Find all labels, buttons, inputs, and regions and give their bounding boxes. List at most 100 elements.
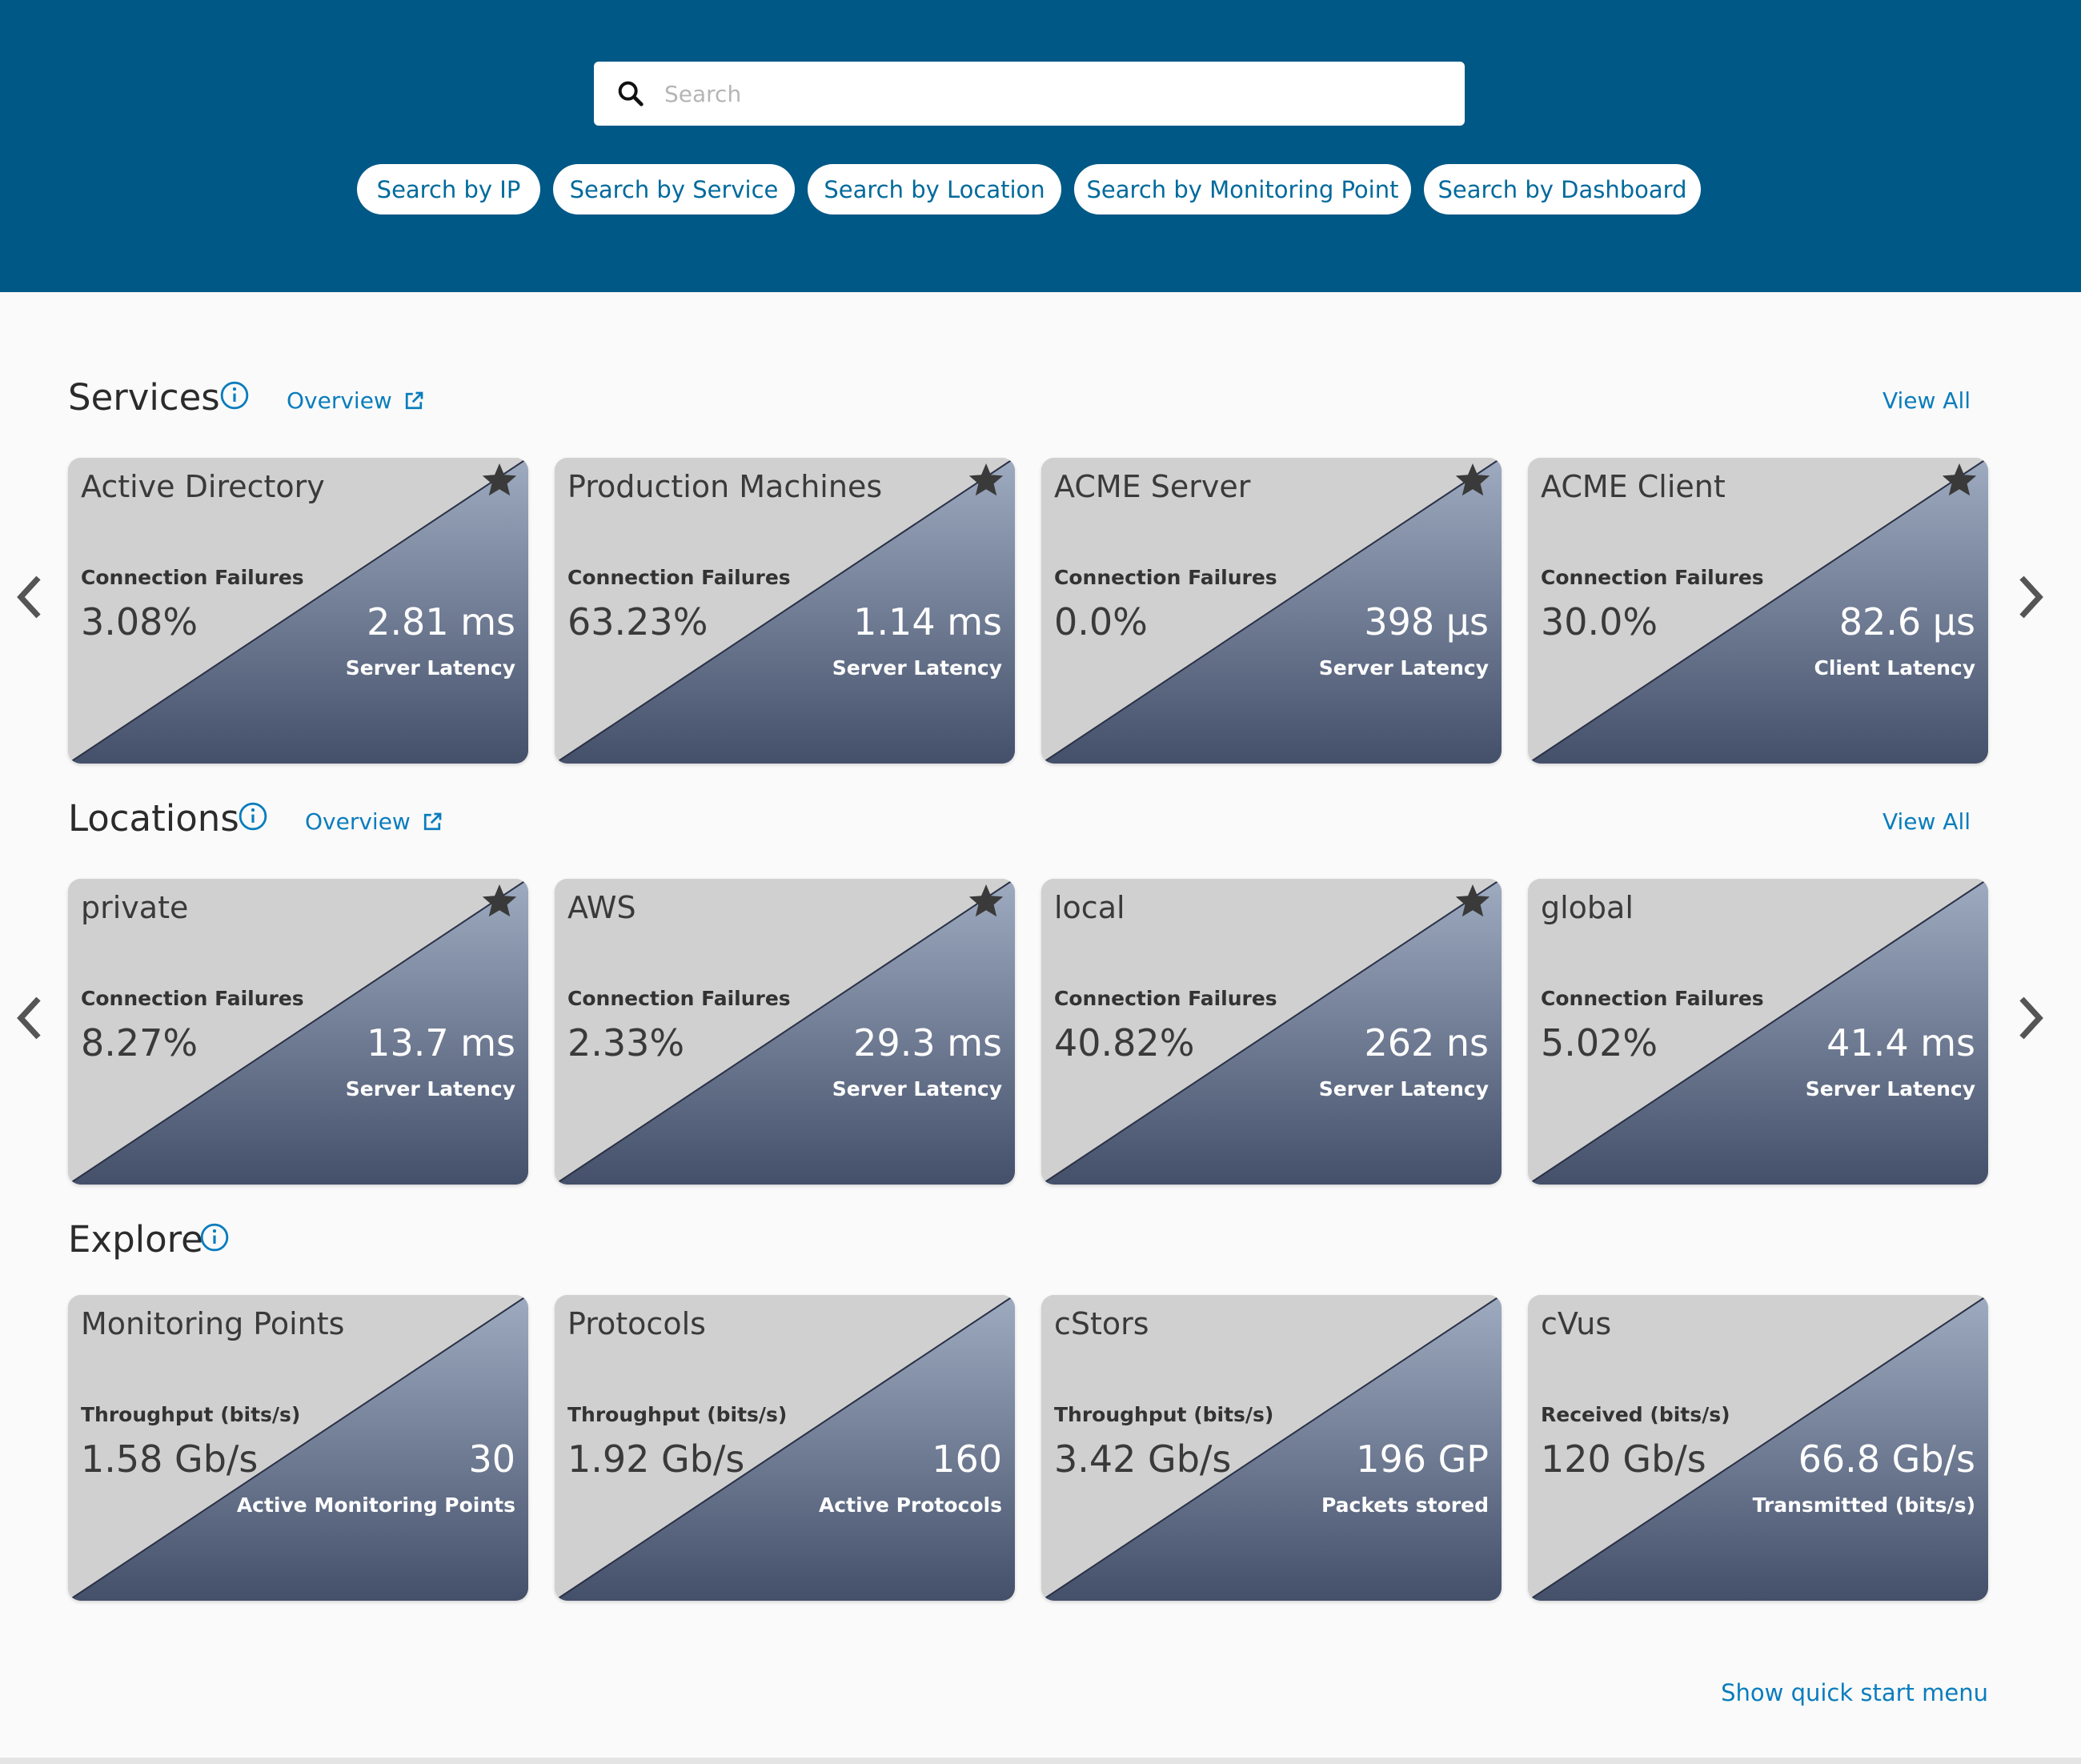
services-prev-arrow-icon[interactable] (14, 573, 46, 621)
card-right-label: Server Latency (345, 1077, 515, 1100)
card-right-value: 262 ns (1364, 1021, 1489, 1064)
search-by-service-button[interactable]: Search by Service (553, 164, 795, 214)
card-title: Production Machines (567, 469, 883, 504)
card-left-value: 5.02% (1541, 1021, 1658, 1064)
card-left-label: Throughput (bits/s) (81, 1403, 301, 1426)
card-left-value: 120 Gb/s (1541, 1437, 1706, 1481)
bottom-divider (0, 1758, 2081, 1764)
explore-card[interactable]: cVus Received (bits/s) 120 Gb/s 66.8 Gb/s Tr… (1528, 1295, 1988, 1601)
card-left-label: Throughput (bits/s) (1054, 1403, 1274, 1426)
search-by-ip-button[interactable]: Search by IP (357, 164, 540, 214)
card-right-value: 1.14 ms (853, 600, 1002, 643)
card-left-label: Connection Failures (1054, 987, 1277, 1010)
services-overview-link[interactable]: Overview (287, 387, 426, 414)
card-right-label: Server Latency (832, 656, 1002, 680)
external-link-icon (405, 391, 423, 409)
external-link-icon (423, 812, 442, 830)
card-left-label: Connection Failures (567, 987, 791, 1010)
card-left-label: Connection Failures (81, 566, 304, 589)
card-left-value: 0.0% (1054, 600, 1148, 643)
service-card[interactable]: ACME Server Connection Failures 0.0% 398 µs… (1041, 458, 1502, 764)
search-by-dashboard-button[interactable]: Search by Dashboard (1424, 164, 1701, 214)
search-input[interactable] (664, 70, 1433, 118)
card-left-label: Connection Failures (567, 566, 791, 589)
location-card[interactable]: private Connection Failures 8.27% 13.7 ms Se… (68, 879, 528, 1185)
service-card[interactable]: Production Machines Connection Failures 63… (555, 458, 1015, 764)
favorite-star-icon[interactable] (1453, 882, 1492, 920)
card-title: cVus (1541, 1306, 1612, 1341)
card-title: local (1054, 890, 1125, 925)
card-right-value: 82.6 µs (1838, 600, 1975, 643)
card-left-label: Throughput (bits/s) (567, 1403, 788, 1426)
card-left-value: 3.08% (81, 600, 198, 643)
search-by-location-button[interactable]: Search by Location (808, 164, 1061, 214)
header-banner: Search by IP Search by Service Search by… (0, 0, 2081, 292)
info-icon[interactable] (219, 380, 250, 411)
card-left-value: 30.0% (1541, 600, 1658, 643)
card-right-value: 398 µs (1364, 600, 1489, 643)
service-card[interactable]: Active Directory Connection Failures 3.08%… (68, 458, 528, 764)
card-right-value: 2.81 ms (367, 600, 515, 643)
card-left-label: Received (bits/s) (1541, 1403, 1730, 1426)
explore-card[interactable]: cStors Throughput (bits/s) 3.42 Gb/s 196 GP… (1041, 1295, 1502, 1601)
card-right-label: Transmitted (bits/s) (1752, 1493, 1975, 1517)
locations-prev-arrow-icon[interactable] (14, 994, 46, 1042)
overview-label: Overview (305, 808, 411, 835)
card-left-value: 3.42 Gb/s (1054, 1437, 1232, 1481)
favorite-star-icon[interactable] (480, 461, 519, 499)
card-right-value: 13.7 ms (367, 1021, 515, 1064)
card-right-value: 160 (932, 1437, 1002, 1481)
card-title: private (81, 890, 189, 925)
locations-view-all-link[interactable]: View All (1883, 808, 1971, 835)
favorite-star-icon[interactable] (967, 461, 1005, 499)
card-title: ACME Server (1054, 469, 1251, 504)
search-by-monitoring-point-button[interactable]: Search by Monitoring Point (1074, 164, 1411, 214)
explore-title: Explore (68, 1218, 203, 1261)
card-right-value: 29.3 ms (853, 1021, 1002, 1064)
info-icon[interactable] (199, 1222, 230, 1253)
card-title: Active Directory (81, 469, 325, 504)
card-right-value: 66.8 Gb/s (1798, 1437, 1975, 1481)
location-card[interactable]: local Connection Failures 40.82% 262 ns Serv… (1041, 879, 1502, 1185)
card-left-value: 2.33% (567, 1021, 685, 1064)
card-left-value: 1.92 Gb/s (567, 1437, 745, 1481)
card-left-label: Connection Failures (81, 987, 304, 1010)
explore-card[interactable]: Protocols Throughput (bits/s) 1.92 Gb/s 160… (555, 1295, 1015, 1601)
card-title: cStors (1054, 1306, 1149, 1341)
card-right-value: 41.4 ms (1826, 1021, 1975, 1064)
card-right-value: 30 (468, 1437, 515, 1481)
card-right-label: Server Latency (1318, 656, 1489, 680)
explore-card[interactable]: Monitoring Points Throughput (bits/s) 1.58… (68, 1295, 528, 1601)
search-box[interactable] (594, 62, 1465, 126)
services-next-arrow-icon[interactable] (2014, 573, 2046, 621)
services-title: Services (68, 376, 220, 419)
favorite-star-icon[interactable] (480, 882, 519, 920)
card-title: ACME Client (1541, 469, 1726, 504)
card-title: AWS (567, 890, 636, 925)
locations-overview-link[interactable]: Overview (305, 808, 444, 835)
show-quick-start-menu-link[interactable]: Show quick start menu (1721, 1679, 1988, 1706)
card-left-label: Connection Failures (1541, 566, 1764, 589)
services-view-all-link[interactable]: View All (1883, 387, 1971, 414)
card-right-label: Active Monitoring Points (236, 1493, 515, 1517)
info-icon[interactable] (238, 801, 268, 832)
locations-title: Locations (68, 797, 239, 840)
service-card[interactable]: ACME Client Connection Failures 30.0% 82.6 … (1528, 458, 1988, 764)
favorite-star-icon[interactable] (1940, 461, 1979, 499)
card-right-label: Packets stored (1321, 1493, 1489, 1517)
card-right-label: Server Latency (1805, 1077, 1975, 1100)
card-title: global (1541, 890, 1634, 925)
card-left-value: 63.23% (567, 600, 708, 643)
location-card[interactable]: global Connection Failures 5.02% 41.4 ms Ser… (1528, 879, 1988, 1185)
search-icon (618, 81, 644, 106)
card-left-label: Connection Failures (1541, 987, 1764, 1010)
card-left-label: Connection Failures (1054, 566, 1277, 589)
favorite-star-icon[interactable] (967, 882, 1005, 920)
card-right-label: Client Latency (1814, 656, 1975, 680)
card-right-label: Server Latency (345, 656, 515, 680)
locations-next-arrow-icon[interactable] (2014, 994, 2046, 1042)
favorite-star-icon[interactable] (1453, 461, 1492, 499)
overview-label: Overview (287, 387, 392, 414)
card-left-value: 8.27% (81, 1021, 198, 1064)
location-card[interactable]: AWS Connection Failures 2.33% 29.3 ms Server… (555, 879, 1015, 1185)
